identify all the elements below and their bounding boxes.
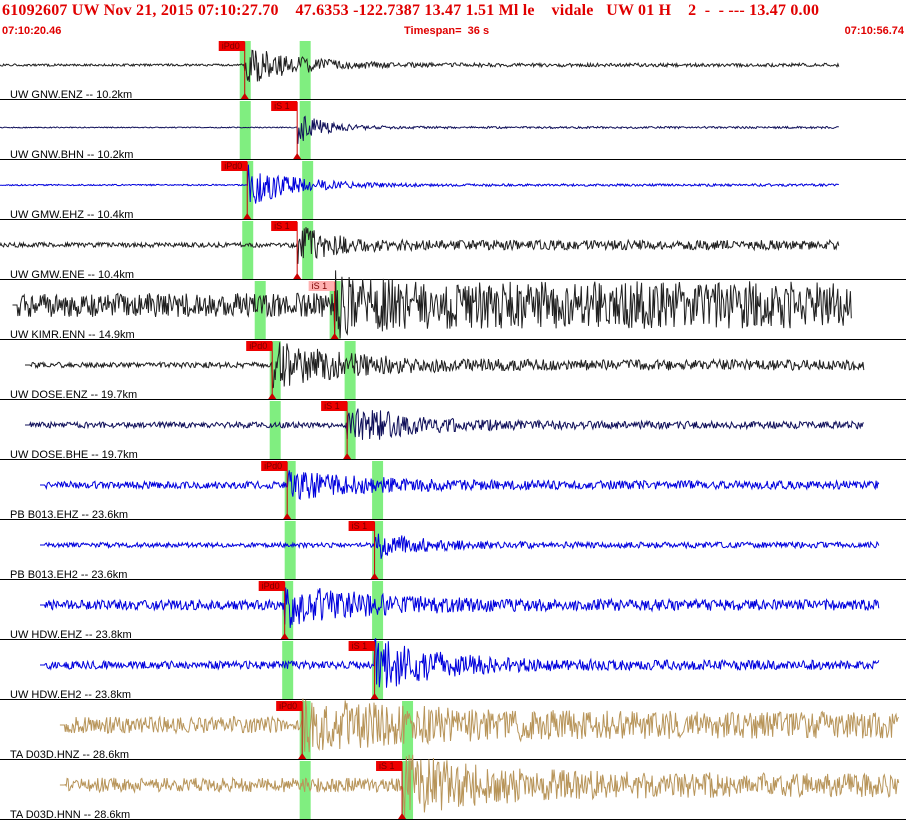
- pick-label: iS 1: [352, 641, 368, 651]
- pick-label: iS 1: [352, 521, 368, 531]
- pick-label: iPd0: [224, 161, 242, 171]
- pick-label: iS 1: [274, 221, 290, 231]
- channel-label: UW KIMR.ENN -- 14.9km: [10, 329, 135, 341]
- pick-label: iS 1: [324, 401, 340, 411]
- pick-marker: [293, 273, 302, 279]
- trace-row[interactable]: iS 1 UW DOSE.BHE -- 19.7km: [0, 401, 906, 461]
- channel-label: TA D03D.HNN -- 28.6km: [10, 809, 130, 820]
- waveform-trace: [40, 470, 880, 501]
- event-header: 61092607 UW Nov 21, 2015 07:10:27.70 47.…: [0, 0, 906, 40]
- trace-row[interactable]: iS 1 UW KIMR.ENN -- 14.9km: [0, 270, 906, 341]
- seismogram-panel[interactable]: iPd0 UW GNW.ENZ -- 10.2km iS 1 UW GNW.BHN -…: [0, 40, 906, 820]
- trace-row[interactable]: iPd0 UW GMW.EHZ -- 10.4km: [0, 161, 906, 221]
- waveform-trace: [0, 164, 840, 204]
- channel-label: UW GMW.ENE -- 10.4km: [10, 269, 134, 281]
- pick-label: iS 1: [274, 101, 290, 111]
- pick-label: iPd0: [222, 41, 240, 51]
- trace-row[interactable]: iS 1 UW HDW.EH2 -- 23.8km: [0, 638, 906, 701]
- timespan-readout: Timespan= 36 s: [404, 25, 490, 37]
- waveform-trace: [0, 227, 840, 264]
- channel-label: UW GNW.BHN -- 10.2km: [10, 149, 133, 161]
- waveform-trace: [25, 342, 865, 389]
- channel-label: UW DOSE.ENZ -- 19.7km: [10, 389, 137, 401]
- channel-label: UW GMW.EHZ -- 10.4km: [10, 209, 133, 221]
- pick-label: iPd0: [264, 461, 282, 471]
- channel-label: UW HDW.EHZ -- 23.8km: [10, 629, 132, 641]
- trace-row[interactable]: iS 1 PB B013.EH2 -- 23.6km: [0, 521, 906, 581]
- waveform-trace: [40, 638, 880, 688]
- channel-label: UW DOSE.BHE -- 19.7km: [10, 449, 138, 461]
- waveform-trace: [12, 270, 852, 339]
- trace-row[interactable]: iS 1 UW GMW.ENE -- 10.4km: [0, 221, 906, 281]
- trace-row[interactable]: iPd0 UW GNW.ENZ -- 10.2km: [0, 41, 906, 101]
- pick-window: [239, 101, 251, 160]
- waveform-trace: [40, 533, 880, 559]
- pick-window: [242, 221, 254, 280]
- trace-row[interactable]: iS 1 TA D03D.HNN -- 28.6km: [0, 754, 906, 820]
- pick-label: iPd0: [249, 341, 267, 351]
- trace-row[interactable]: iPd0 PB B013.EHZ -- 23.6km: [0, 461, 906, 521]
- event-summary: 61092607 UW Nov 21, 2015 07:10:27.70 47.…: [2, 2, 820, 19]
- trace-row[interactable]: iS 1 UW GNW.BHN -- 10.2km: [0, 101, 906, 161]
- waveform-trace: [0, 49, 840, 82]
- pick-label: iPd0: [279, 701, 297, 711]
- pick-window: [372, 461, 384, 520]
- channel-label: UW HDW.EH2 -- 23.8km: [10, 689, 131, 701]
- waveform-trace: [40, 587, 880, 628]
- pick-window: [282, 641, 294, 700]
- trace-row[interactable]: iPd0 UW DOSE.ENZ -- 19.7km: [0, 341, 906, 401]
- channel-label: TA D03D.HNZ -- 28.6km: [10, 749, 129, 761]
- channel-label: UW GNW.ENZ -- 10.2km: [10, 89, 132, 101]
- waveform-trace: [59, 754, 900, 817]
- channel-label: PB B013.EH2 -- 23.6km: [10, 569, 127, 581]
- waveform-trace: [59, 698, 900, 753]
- start-time: 07:10:20.46: [2, 25, 62, 37]
- pick-label: iPd0: [262, 581, 280, 591]
- pick-label: iS 1: [379, 761, 395, 771]
- pick-label: iS 1: [312, 281, 328, 291]
- channel-label: PB B013.EHZ -- 23.6km: [10, 509, 128, 521]
- waveform-trace: [25, 408, 864, 440]
- end-time: 07:10:56.74: [844, 25, 904, 37]
- pick-window: [269, 401, 281, 460]
- time-bar: 07:10:20.46 Timespan= 36 s 07:10:56.74: [0, 25, 906, 39]
- trace-row[interactable]: iPd0 TA D03D.HNZ -- 28.6km: [0, 698, 906, 761]
- waveform-trace: [0, 115, 839, 144]
- pick-window: [284, 521, 296, 580]
- trace-row[interactable]: iPd0 UW HDW.EHZ -- 23.8km: [0, 581, 906, 641]
